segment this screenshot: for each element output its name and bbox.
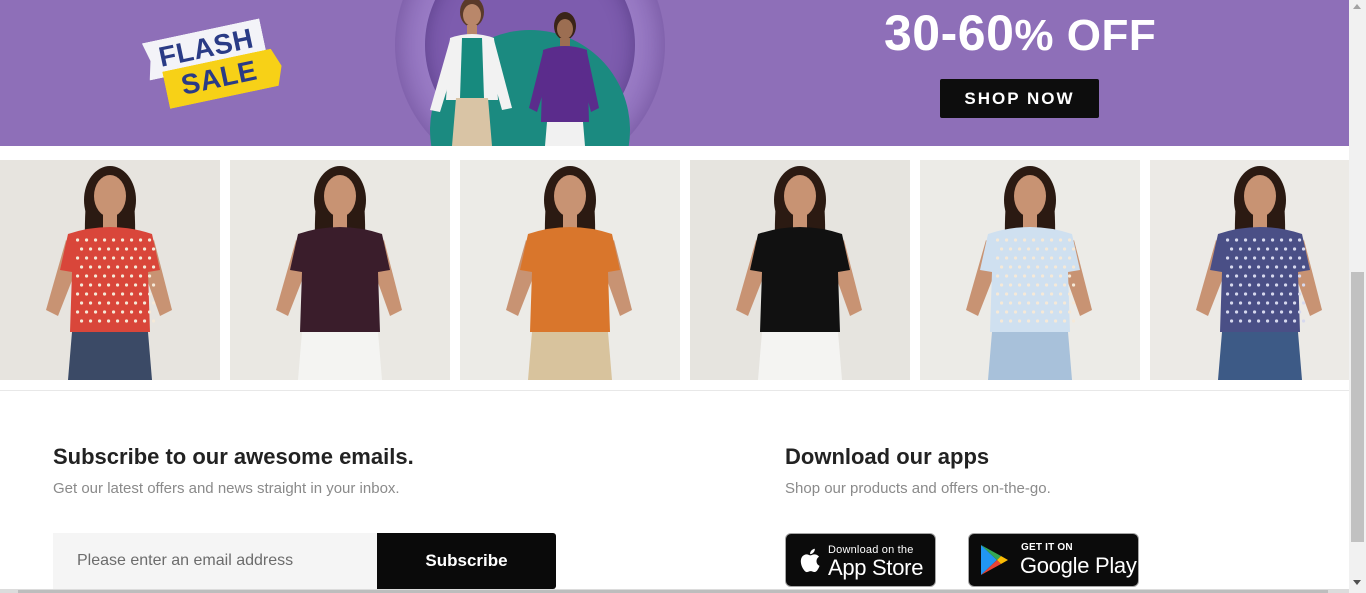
scroll-down-arrow-icon[interactable] (1353, 580, 1361, 585)
product-image (1196, 166, 1322, 380)
apps-subtitle: Shop our products and offers on-the-go. (785, 480, 1051, 497)
offer-percent-off: % OFF (1014, 11, 1157, 60)
product-carousel (0, 160, 1349, 380)
google-play-small-text: GET IT ON (1021, 542, 1073, 553)
app-store-button[interactable]: Download on the App Store (785, 533, 936, 587)
subscribe-title: Subscribe to our awesome emails. (53, 444, 414, 469)
product-tile-orange-puff-sleeve-top[interactable] (460, 160, 680, 380)
google-play-button[interactable]: GET IT ON Google Play (968, 533, 1139, 587)
subscribe-button[interactable]: Subscribe (377, 533, 556, 589)
google-play-icon (981, 545, 1008, 575)
product-image (276, 166, 402, 380)
email-field-wrapper (53, 533, 378, 589)
product-image (46, 166, 172, 380)
subscribe-subtitle: Get our latest offers and news straight … (53, 480, 400, 497)
product-image (966, 166, 1092, 380)
shop-now-button[interactable]: SHOP NOW (940, 79, 1099, 118)
banner-model-left (430, 0, 512, 146)
flash-sale-banner[interactable]: FLASH SALE 30-60% OFF SHOP NOW (0, 0, 1349, 146)
page: FLASH SALE 30-60% OFF SHOP NOW Subscribe… (0, 0, 1366, 593)
scrollbar-thumb[interactable] (1351, 272, 1364, 542)
product-image (506, 166, 632, 380)
offer-headline: 30-60% OFF (884, 4, 1156, 62)
product-image (736, 166, 862, 380)
scroll-up-arrow-icon[interactable] (1353, 4, 1361, 9)
offer-range: 30-60 (884, 5, 1015, 61)
email-field[interactable] (53, 533, 378, 589)
section-divider (0, 390, 1349, 391)
product-tile-red-floral-top[interactable] (0, 160, 220, 380)
product-tile-black-tee[interactable] (690, 160, 910, 380)
apple-icon (800, 548, 820, 573)
product-tile-navy-print-top[interactable] (1150, 160, 1349, 380)
banner-model-right (529, 12, 599, 146)
product-tile-plum-tee[interactable] (230, 160, 450, 380)
app-store-big-text: App Store (828, 555, 924, 580)
flash-sale-badge: FLASH SALE (141, 8, 296, 121)
product-tile-floral-cami-top[interactable] (920, 160, 1140, 380)
apps-title: Download our apps (785, 444, 990, 469)
google-play-big-text: Google Play (1020, 553, 1137, 578)
